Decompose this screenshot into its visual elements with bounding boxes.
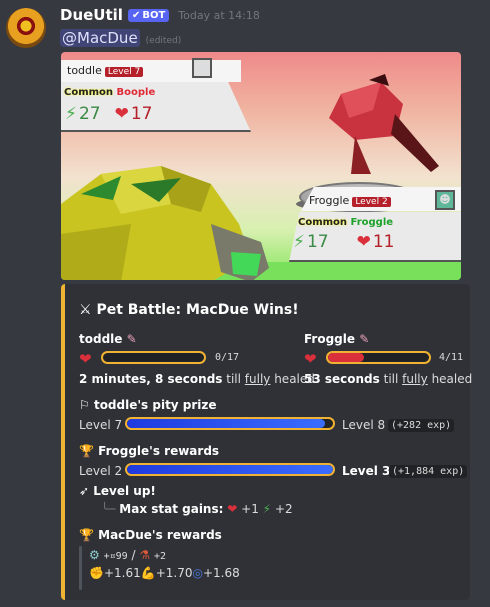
owner-items: ⚙ +¤99 / ⚗ +2 <box>89 548 166 562</box>
player1-name: toddle Level 7 <box>67 64 144 77</box>
trophy-icon: 🏆 <box>79 444 94 458</box>
avatar[interactable] <box>6 8 46 48</box>
checkmark-icon: ✔ <box>131 9 141 21</box>
pet2-hp-bar <box>326 351 431 364</box>
player2-avatar-icon: ☻ <box>435 190 455 210</box>
potion-icon: ⚗ <box>139 548 151 562</box>
lightning-icon: ⚡ <box>262 502 272 516</box>
bandage-icon: ✎ <box>126 332 137 346</box>
owner-stats: ✊+1.61💪+1.70◎+1.68 <box>89 566 240 580</box>
gear-icon: ⚙ <box>89 548 100 562</box>
pity-prize-heading: ⚐ toddle's pity prize <box>79 398 217 412</box>
player1-attack: 27 <box>78 104 101 124</box>
player2-type: Common Froggle <box>298 217 394 228</box>
lightning-icon: ⚡ <box>65 104 77 124</box>
pity-exp-bar <box>125 417 335 430</box>
pity-level-to: Level 8 <box>342 418 386 432</box>
player2-hp: 11 <box>372 232 395 252</box>
fist-icon: ✊ <box>89 566 104 580</box>
player2-stats: ⚡ 17 ❤ 11 <box>293 232 394 252</box>
player1-stats: ⚡ 27 ❤ 17 <box>65 104 152 124</box>
bandage-icon: ✎ <box>359 332 370 346</box>
crossed-swords-icon: ⚔ <box>79 302 92 318</box>
rewards-level-to: Level 3 <box>342 464 391 478</box>
message-header: DueUtil ✔ BOT Today at 14:18 <box>60 6 260 24</box>
battle-image[interactable]: toddle Level 7 ☻ Common Boople ⚡ 27 ❤ 17 Fr… <box>61 52 461 280</box>
max-stat-gains: ╰─ Max stat gains: ❤ +1 ⚡ +2 <box>101 502 293 516</box>
heart-icon: ❤ <box>227 502 238 516</box>
username[interactable]: DueUtil <box>60 6 123 24</box>
embed-title: ⚔ Pet Battle: MacDue Wins! <box>79 302 299 318</box>
rewards-exp-bar <box>125 463 335 476</box>
pet2-heal-time: 53 seconds till fully healed <box>304 372 473 386</box>
pet1-heading: toddle ✎ <box>79 332 137 346</box>
pet2-heading: Froggle ✎ <box>304 332 370 346</box>
player2-level: Level 2 <box>352 197 391 207</box>
hp-heart-icon: ❤ <box>304 350 317 368</box>
bot-badge: ✔ BOT <box>127 8 170 22</box>
pity-exp: (+282 exp) <box>388 417 455 432</box>
edited-label: (edited) <box>145 36 182 46</box>
rocket-icon: ➶ <box>79 484 90 498</box>
player1-avatar-icon: ☻ <box>192 58 212 78</box>
bot-badge-label: BOT <box>142 9 166 21</box>
level-up-heading: ➶ Level up! <box>79 484 156 498</box>
lightning-icon: ⚡ <box>293 232 305 252</box>
heart-icon: ❤ <box>114 104 129 124</box>
timestamp: Today at 14:18 <box>178 8 260 22</box>
player1-type: Common Boople <box>64 87 156 98</box>
toddle-creature-image <box>61 166 269 280</box>
rewards-heading: 🏆 Froggle's rewards <box>79 444 220 458</box>
rewards-level-from: Level 2 <box>79 464 123 478</box>
white-flag-icon: ⚐ <box>79 398 90 412</box>
pity-level-from: Level 7 <box>79 418 123 432</box>
player2-name: Froggle Level 2 <box>309 194 391 207</box>
owner-rewards-heading: 🏆 MacDue's rewards <box>79 528 222 542</box>
pet2-hp-text: 4/11 <box>439 352 464 363</box>
player2-attack: 17 <box>306 232 329 252</box>
pet1-hp-text: 0/17 <box>215 352 240 363</box>
pet1-heal-time: 2 minutes, 8 seconds till fully healed <box>79 372 315 386</box>
trophy-icon: 🏆 <box>79 528 94 542</box>
player1-hp: 17 <box>130 104 153 124</box>
froggle-creature-image <box>329 74 439 174</box>
battle-result-embed: ⚔ Pet Battle: MacDue Wins! toddle ✎ ❤ 0/… <box>61 284 473 600</box>
target-icon: ◎ <box>192 566 203 580</box>
user-mention[interactable]: @MacDue <box>60 29 140 47</box>
muscle-icon: 💪 <box>140 566 156 580</box>
heart-icon: ❤ <box>356 232 371 252</box>
hp-heart-icon: ❤ <box>79 350 92 368</box>
rewards-exp: (+1,884 exp) <box>389 463 468 478</box>
message-content: @MacDue (edited) <box>60 29 181 47</box>
player1-level: Level 7 <box>104 67 144 77</box>
blockquote-bar <box>79 546 82 590</box>
pet1-hp-bar <box>101 351 206 364</box>
